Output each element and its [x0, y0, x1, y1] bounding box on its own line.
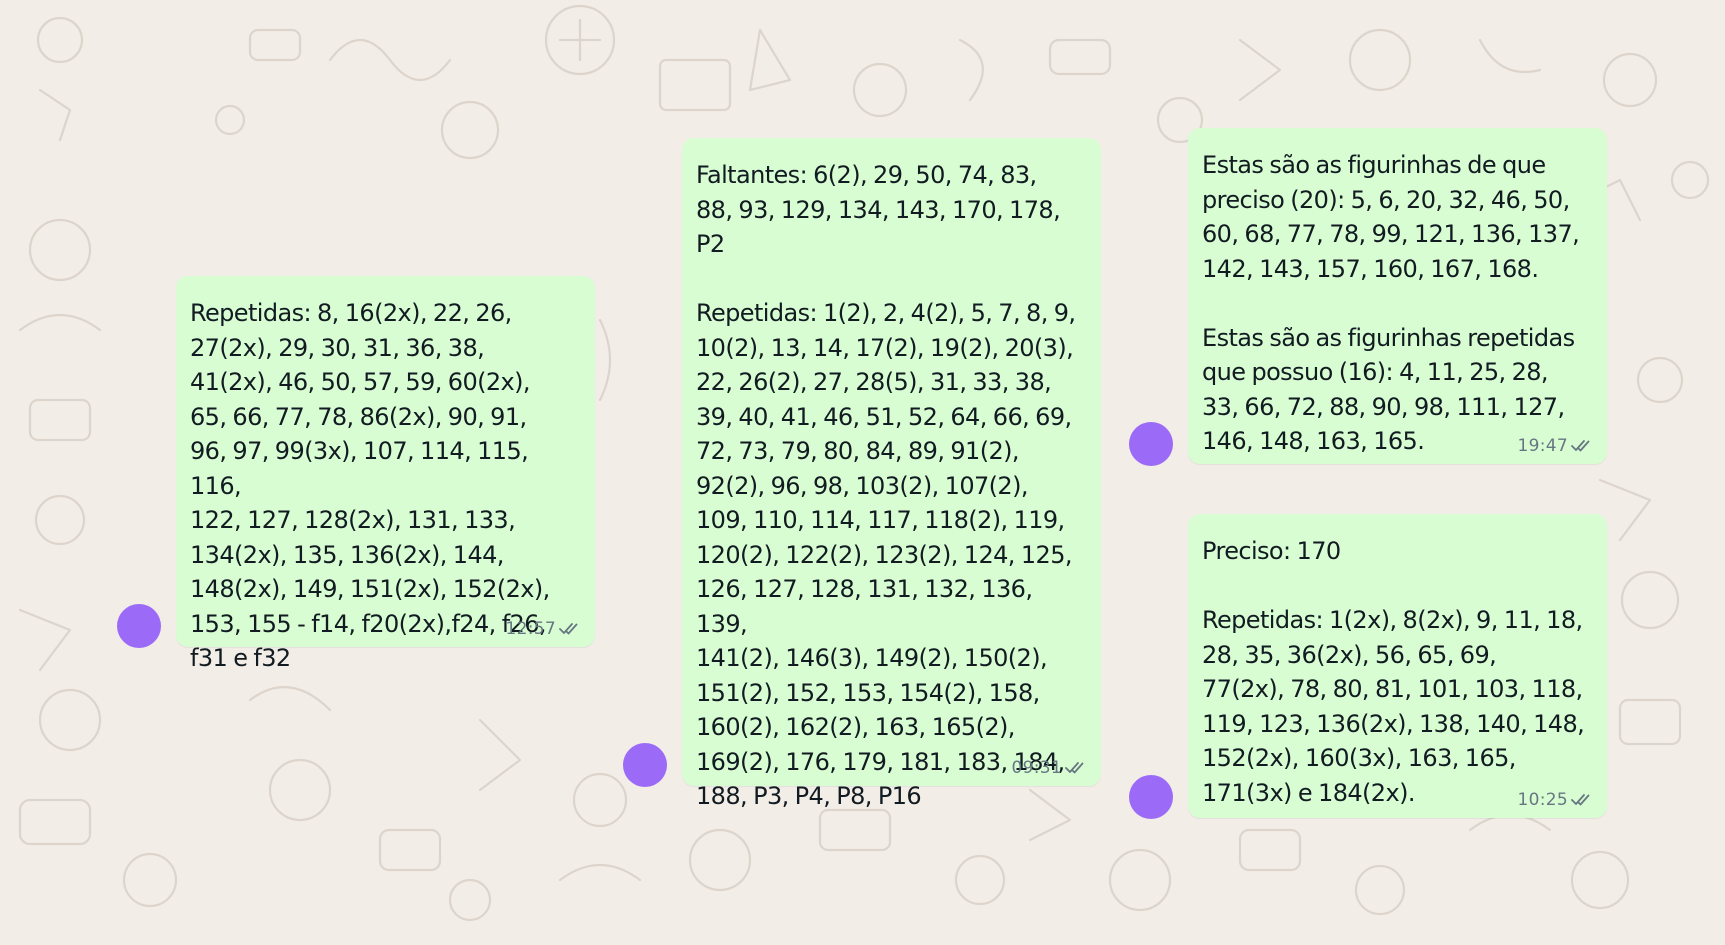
contact-avatar[interactable] — [623, 743, 667, 787]
message-meta: 09:31 — [1012, 758, 1088, 778]
message-bubble[interactable]: Estas são as figurinhas de que preciso (… — [1188, 128, 1607, 464]
contact-avatar[interactable] — [1129, 422, 1173, 466]
double-check-icon — [1571, 794, 1590, 806]
message-bubble[interactable]: Preciso: 170 Repetidas: 1(2x), 8(2x), 9,… — [1188, 514, 1607, 818]
contact-avatar[interactable] — [117, 604, 161, 648]
message-time: 09:31 — [1011, 758, 1062, 778]
message-meta: 19:47 — [1518, 436, 1594, 456]
message-bubble[interactable]: Repetidas: 8, 16(2x), 22, 26, 27(2x), 29… — [176, 276, 595, 672]
double-check-icon — [1571, 440, 1590, 452]
contact-avatar[interactable] — [1129, 775, 1173, 819]
double-check-icon — [559, 623, 578, 635]
message-bubble[interactable]: Faltantes: 6(2), 29, 50, 74, 83, 88, 93,… — [682, 138, 1101, 810]
message-time: 10:25 — [1517, 790, 1568, 810]
double-check-icon — [1065, 762, 1084, 774]
message-time: 12:57 — [505, 619, 556, 639]
message-text: Faltantes: 6(2), 29, 50, 74, 83, 88, 93,… — [696, 161, 1076, 810]
message-text: Estas são as figurinhas de que preciso (… — [1202, 151, 1580, 455]
message-meta: 10:25 — [1518, 790, 1594, 810]
message-time: 19:47 — [1517, 436, 1568, 456]
message-text: Preciso: 170 Repetidas: 1(2x), 8(2x), 9,… — [1202, 537, 1585, 807]
message-meta: 12:57 — [506, 619, 582, 639]
